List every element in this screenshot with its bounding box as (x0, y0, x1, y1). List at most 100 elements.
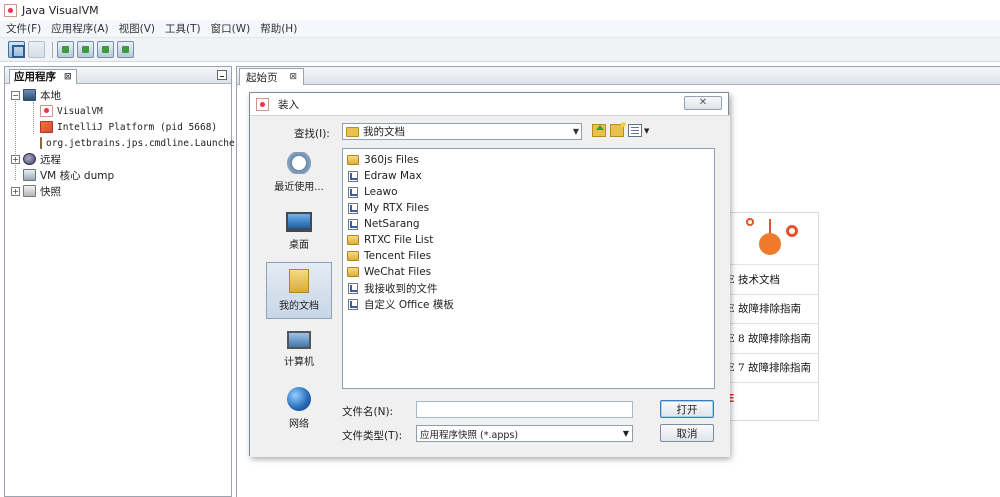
tree-node-launcher[interactable]: org.jetbrains.jps.cmdline.Launcher (5, 135, 240, 151)
expand-icon[interactable]: + (11, 154, 20, 164)
applications-panel-header: 应用程序 ⊠ (5, 67, 231, 84)
shortcut-icon (348, 282, 358, 294)
new-folder-icon[interactable] (610, 122, 626, 137)
shortcut-icon (348, 298, 358, 310)
folder-icon (347, 235, 359, 245)
tree-node-local[interactable]: − 本地 (5, 87, 231, 103)
file-name: 360js Files (364, 154, 419, 166)
chevron-down-icon: ▼ (622, 429, 629, 438)
list-item[interactable]: 我接收到的文件 (343, 280, 714, 296)
collapse-icon[interactable]: − (11, 90, 20, 100)
shortcut-icon (348, 218, 358, 230)
window-title: Java VisualVM (22, 3, 99, 17)
chevron-down-icon[interactable]: ▼ (644, 127, 649, 135)
menu-applications[interactable]: 应用程序(A) (51, 21, 108, 36)
list-item[interactable]: NetSarang (343, 216, 714, 232)
tree-node-snapshots[interactable]: + 快照 (5, 183, 231, 199)
toolbar-separator (52, 41, 53, 58)
up-one-level-icon[interactable] (592, 124, 606, 137)
tree-node-core-dump[interactable]: VM 核心 dump (5, 167, 231, 183)
file-chooser-toolbar: ▼ (592, 122, 649, 137)
place-label: 桌面 (289, 240, 309, 251)
add-jmx-connection-icon[interactable] (57, 41, 74, 58)
applications-tree: − 本地 VisualVM IntelliJ Platform (pid 566… (5, 84, 240, 199)
shortcut-icon (348, 186, 358, 198)
menu-help[interactable]: 帮助(H) (260, 21, 297, 36)
place-documents[interactable]: 我的文档 (266, 262, 332, 319)
tree-node-label: VM 核心 dump (40, 169, 115, 182)
view-menu-icon[interactable] (628, 124, 642, 137)
add-snapshot-icon[interactable] (117, 41, 134, 58)
place-recent[interactable]: 最近使用... (266, 144, 332, 201)
tab-applications-label: 应用程序 (14, 71, 56, 83)
link-troubleshooting[interactable]: E 故障排除指南 (719, 295, 818, 324)
tree-node-intellij[interactable]: IntelliJ Platform (pid 5668) (5, 119, 231, 135)
visualvm-app-icon (256, 97, 269, 111)
menu-tools[interactable]: 工具(T) (165, 21, 201, 36)
folder-icon (347, 155, 359, 165)
list-item[interactable]: RTXC File List (343, 232, 714, 248)
file-name: WeChat Files (364, 266, 432, 278)
place-label: 网络 (289, 419, 309, 430)
tree-node-label: 快照 (40, 185, 61, 198)
visualvm-logo (719, 213, 818, 265)
add-vm-coredump-icon[interactable] (97, 41, 114, 58)
list-item[interactable]: 360js Files (343, 152, 714, 168)
list-item[interactable]: 自定义 Office 模板 (343, 296, 714, 312)
file-list[interactable]: 360js Files Edraw Max Leawo My RTX Files… (342, 148, 715, 389)
cancel-button[interactable]: 取消 (660, 424, 714, 442)
file-name-input[interactable] (416, 401, 633, 418)
tree-node-remote[interactable]: + 远程 (5, 151, 231, 167)
tab-start-page[interactable]: 起始页 ⊠ (239, 68, 305, 85)
network-icon (23, 153, 36, 165)
intellij-icon (40, 121, 53, 133)
folder-icon (346, 126, 359, 137)
shortcut-icon (348, 170, 358, 182)
link-partial[interactable]: E (719, 383, 818, 413)
tree-node-visualvm[interactable]: VisualVM (5, 103, 231, 119)
list-item[interactable]: WeChat Files (343, 264, 714, 280)
list-item[interactable]: Leawo (343, 184, 714, 200)
place-label: 最近使用... (274, 182, 324, 193)
link-troubleshooting-8[interactable]: E 8 故障排除指南 (719, 324, 818, 354)
recent-icon (286, 152, 312, 174)
load-snapshot-icon[interactable] (8, 41, 25, 58)
close-icon[interactable]: ⊠ (64, 72, 72, 82)
dialog-close-button[interactable]: ✕ (684, 96, 722, 110)
place-desktop[interactable]: 桌面 (266, 203, 332, 260)
place-network[interactable]: 网络 (266, 380, 332, 437)
places-bar: 最近使用... 桌面 我的文档 计算机 网络 (266, 144, 334, 444)
save-icon[interactable] (28, 41, 45, 58)
folder-icon (347, 267, 359, 277)
place-label: 我的文档 (279, 301, 319, 312)
network-icon (287, 387, 311, 411)
list-item[interactable]: Edraw Max (343, 168, 714, 184)
file-name: RTXC File List (364, 234, 434, 246)
tab-applications[interactable]: 应用程序 ⊠ (9, 68, 77, 84)
open-button[interactable]: 打开 (660, 400, 714, 418)
file-name: Tencent Files (364, 250, 432, 262)
link-tech-docs[interactable]: E 技术文档 (719, 265, 818, 295)
place-computer[interactable]: 计算机 (266, 321, 332, 378)
look-in-select[interactable]: 我的文档 ▼ (342, 123, 582, 140)
list-item[interactable]: Tencent Files (343, 248, 714, 264)
file-name: Edraw Max (364, 170, 422, 182)
file-type-value: 应用程序快照 (*.apps) (420, 429, 519, 441)
add-remote-host-icon[interactable] (77, 41, 94, 58)
folder-icon (347, 251, 359, 261)
file-type-select[interactable]: 应用程序快照 (*.apps) ▼ (416, 425, 633, 442)
link-troubleshooting-7[interactable]: E 7 故障排除指南 (719, 354, 818, 383)
expand-icon[interactable]: + (11, 186, 20, 196)
menu-window[interactable]: 窗口(W) (211, 21, 251, 36)
close-icon[interactable]: ⊠ (290, 72, 298, 82)
file-name: NetSarang (364, 218, 420, 230)
look-in-label: 查找(I): (294, 128, 330, 140)
minimize-icon[interactable] (217, 70, 227, 80)
file-name: Leawo (364, 186, 398, 198)
tree-node-label: 远程 (40, 153, 61, 166)
menu-view[interactable]: 视图(V) (119, 21, 155, 36)
dialog-title-bar: 装入 ✕ (250, 93, 728, 115)
menu-file[interactable]: 文件(F) (6, 21, 41, 36)
list-item[interactable]: My RTX Files (343, 200, 714, 216)
title-bar: Java VisualVM (0, 0, 1000, 20)
